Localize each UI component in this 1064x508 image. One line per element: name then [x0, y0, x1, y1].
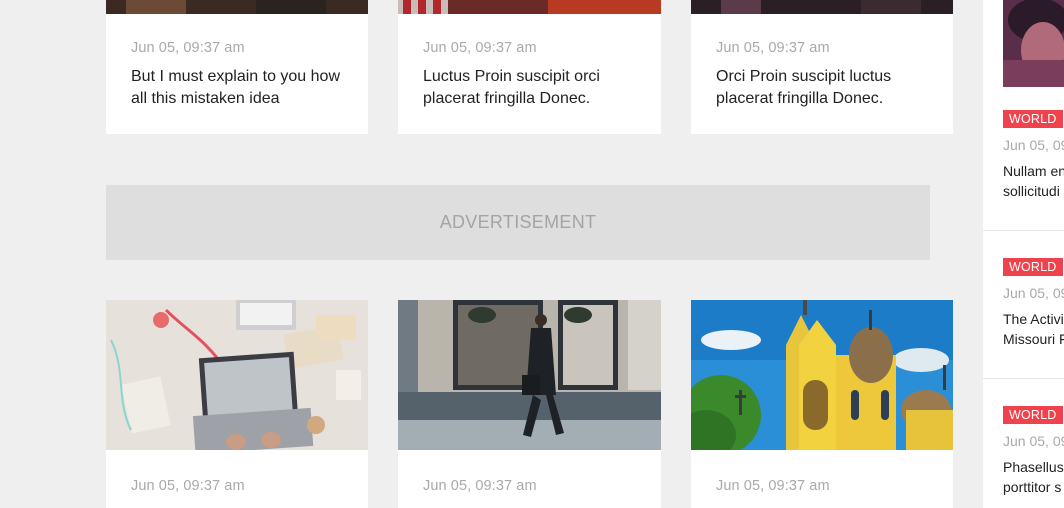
news-card-date: Jun 05, 09:37 am: [423, 478, 537, 494]
news-card[interactable]: Jun 05, 09:37 am: [398, 300, 661, 508]
sidebar-news-date: Jun 05, 09: [1003, 433, 1064, 449]
news-card[interactable]: Jun 05, 09:37 am Luctus Proin suscipit o…: [398, 0, 661, 134]
news-card[interactable]: Jun 05, 09:37 am: [106, 300, 368, 508]
news-card[interactable]: Jun 05, 09:37 am But I must explain to y…: [106, 0, 368, 134]
news-card-image[interactable]: [691, 0, 953, 14]
news-card-date: Jun 05, 09:37 am: [716, 40, 830, 56]
news-card-title[interactable]: Orci Proin suscipit luctus placerat frin…: [716, 66, 935, 110]
news-card-date: Jun 05, 09:37 am: [716, 478, 830, 494]
news-card-title[interactable]: But I must explain to you how all this m…: [131, 66, 350, 110]
sidebar-news-item[interactable]: WORLD Jun 05, 09 Nullam en sollicitudi: [1003, 110, 1064, 201]
sidebar-news-date: Jun 05, 09: [1003, 137, 1064, 153]
sidebar-news-title-line: The Activi: [1003, 311, 1064, 327]
category-badge[interactable]: WORLD: [1003, 258, 1063, 276]
advertisement-banner[interactable]: ADVERTISEMENT: [106, 185, 930, 260]
news-card-date: Jun 05, 09:37 am: [131, 478, 245, 494]
divider: [983, 230, 1064, 231]
category-badge[interactable]: WORLD: [1003, 406, 1063, 424]
sidebar-news-title-line: sollicitudi: [1003, 183, 1060, 199]
news-card-title[interactable]: Luctus Proin suscipit orci placerat frin…: [423, 66, 643, 110]
divider: [983, 378, 1064, 379]
sidebar-news-image[interactable]: [1003, 0, 1064, 87]
sidebar-news-item[interactable]: WORLD Jun 05, 09 Phasellus porttitor s: [1003, 406, 1064, 497]
sidebar-news-date: Jun 05, 09: [1003, 285, 1064, 301]
man-walking-image[interactable]: [398, 300, 661, 450]
news-card-image[interactable]: [106, 0, 368, 14]
sidebar-news-title[interactable]: Nullam en sollicitudi: [1003, 161, 1064, 201]
sidebar-news-item[interactable]: WORLD Jun 05, 09 The Activi Missouri F: [1003, 258, 1064, 349]
sidebar-news-title[interactable]: The Activi Missouri F: [1003, 309, 1064, 349]
sidebar-news-title-line: Missouri F: [1003, 331, 1064, 347]
sidebar-news-title-line: Phasellus: [1003, 459, 1064, 475]
news-card[interactable]: Jun 05, 09:37 am: [691, 300, 953, 508]
news-card-date: Jun 05, 09:37 am: [131, 40, 245, 56]
news-card-image[interactable]: [398, 0, 661, 14]
sidebar-news-title-line: porttitor s: [1003, 479, 1062, 495]
sidebar-news-list: WORLD Jun 05, 09 Nullam en sollicitudi W…: [983, 0, 1064, 508]
news-card-date: Jun 05, 09:37 am: [423, 40, 537, 56]
sidebar-news-title[interactable]: Phasellus porttitor s: [1003, 457, 1064, 497]
category-badge[interactable]: WORLD: [1003, 110, 1063, 128]
sidebar-news-title-line: Nullam en: [1003, 163, 1064, 179]
laptop-desk-image[interactable]: [106, 300, 368, 450]
yellow-church-image[interactable]: [691, 300, 953, 450]
news-card[interactable]: Jun 05, 09:37 am Orci Proin suscipit luc…: [691, 0, 953, 134]
